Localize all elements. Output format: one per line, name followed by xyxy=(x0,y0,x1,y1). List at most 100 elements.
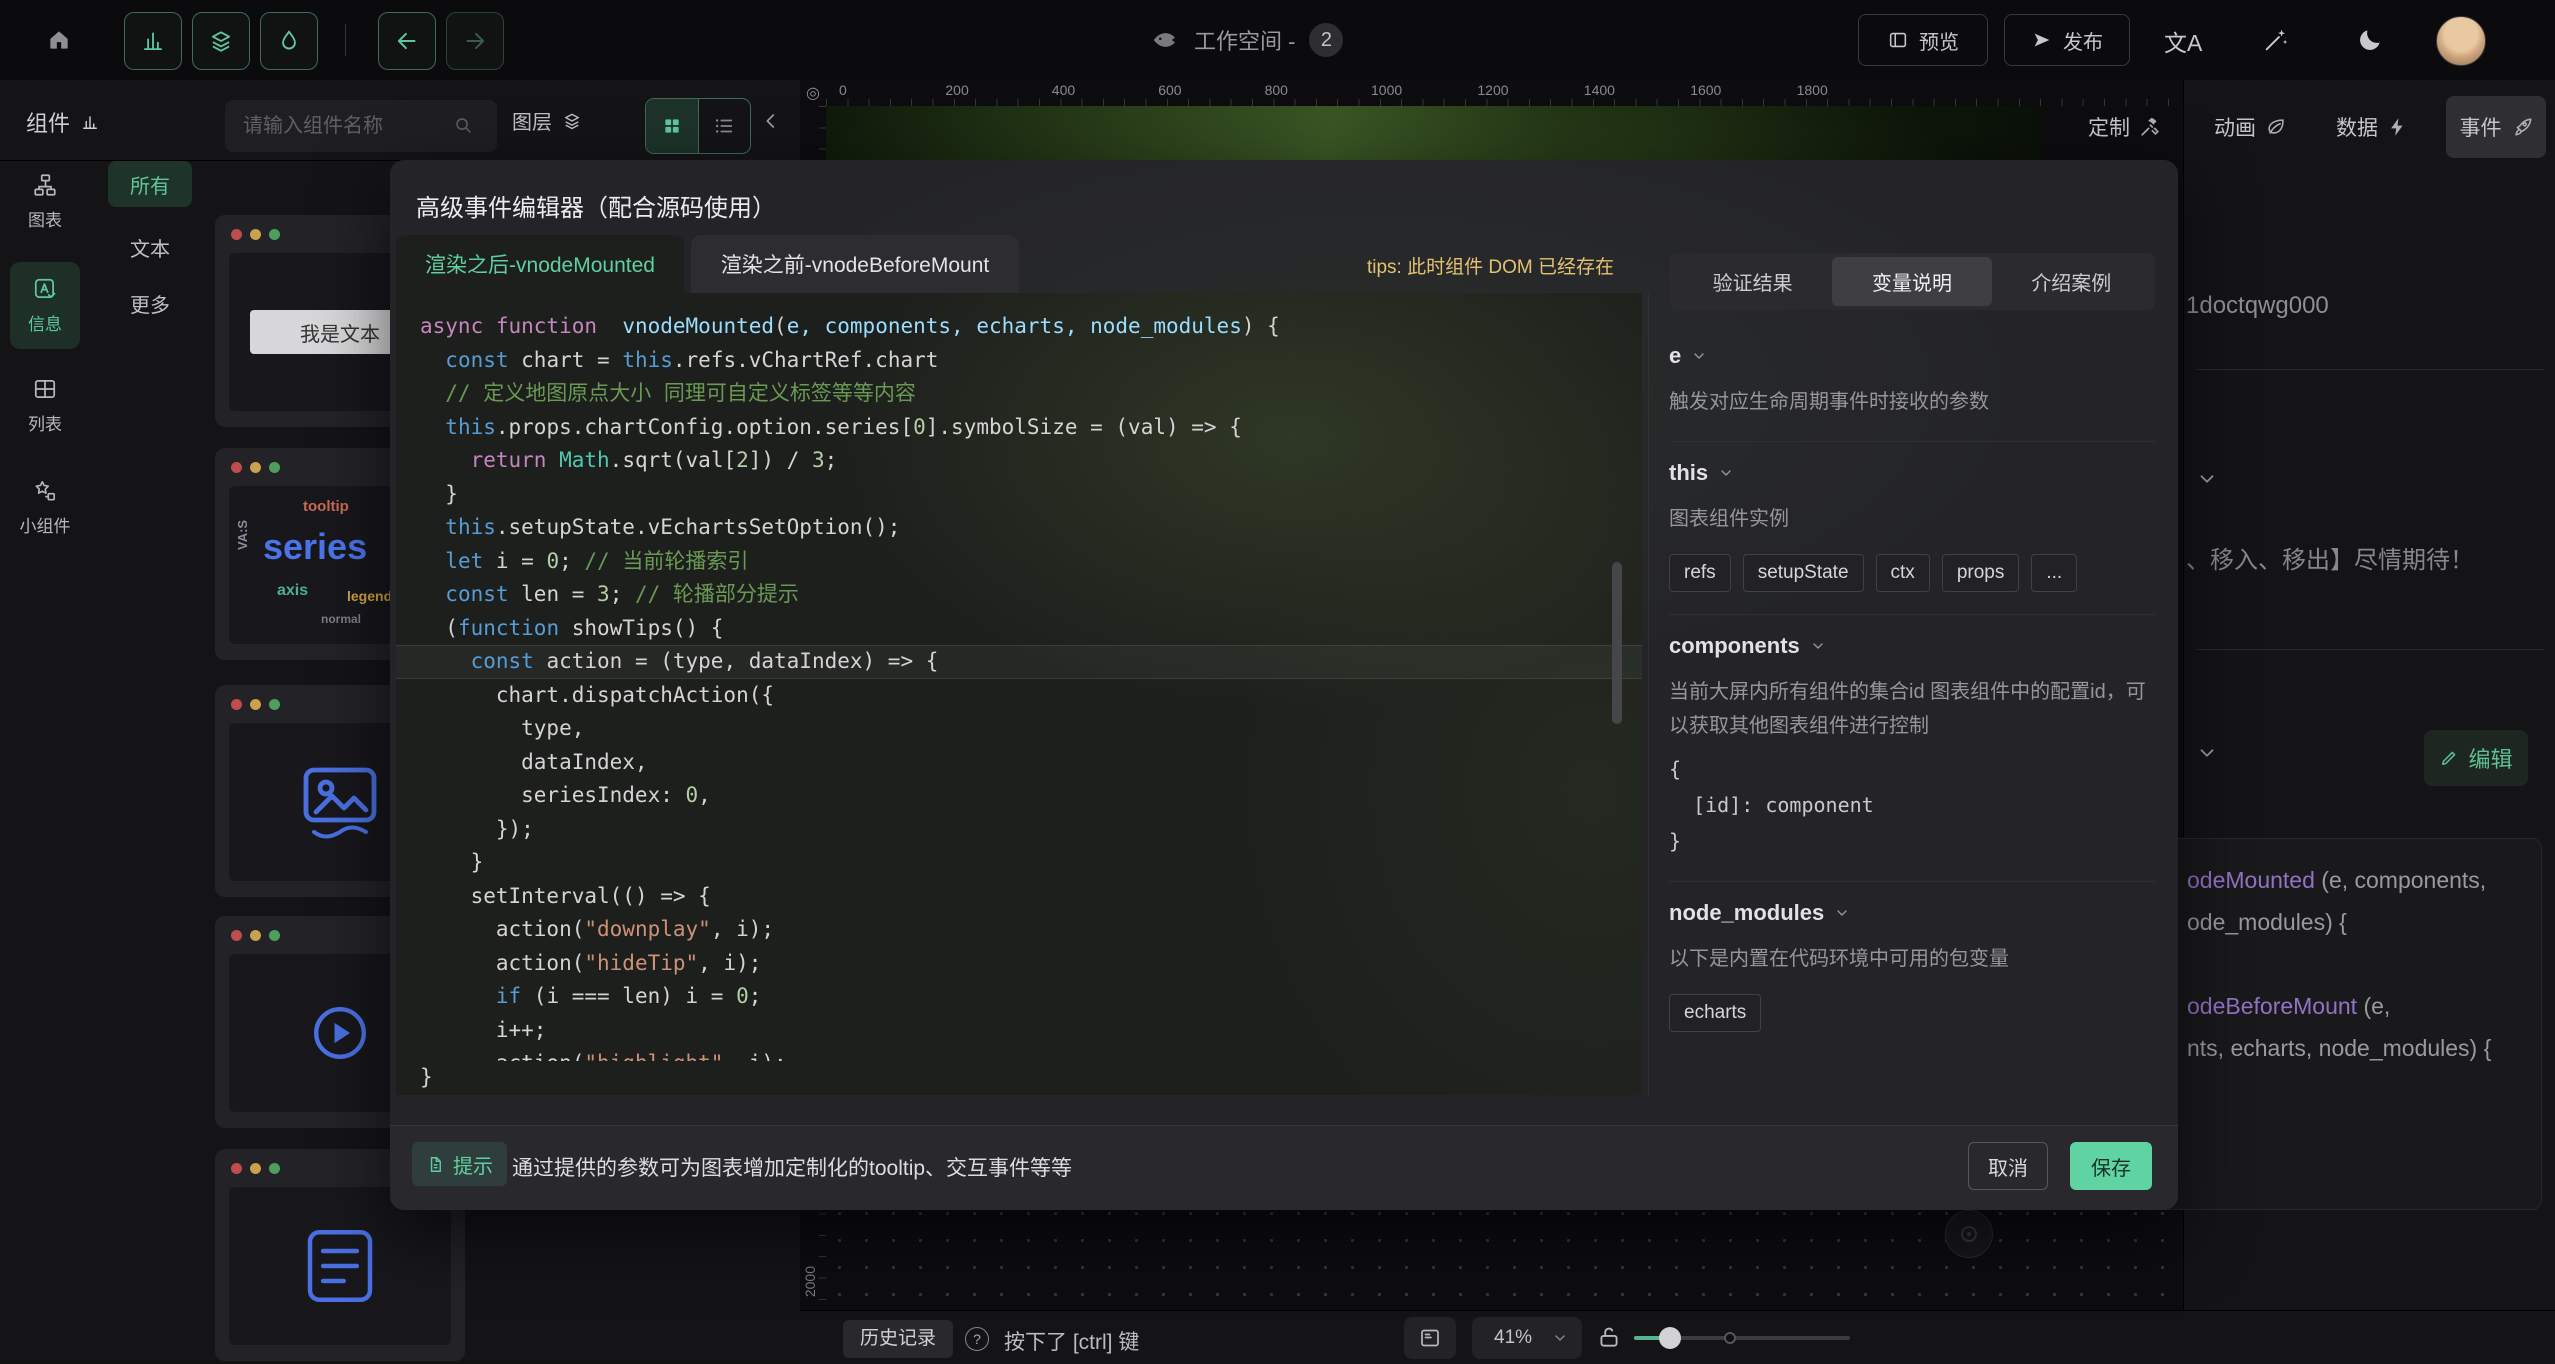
var-section-title[interactable]: e xyxy=(1669,343,2155,369)
code-line[interactable]: action("downplay", i); xyxy=(396,913,1642,947)
events-notice: 、移入、移出】尽情期待！ xyxy=(2186,540,2474,575)
code-line[interactable]: const len = 3; // 轮播部分提示 xyxy=(396,578,1642,612)
tab-data[interactable]: 数据 xyxy=(2326,96,2419,158)
tab-validation-result[interactable]: 验证结果 xyxy=(1673,257,1832,306)
variable-tag[interactable]: ... xyxy=(2031,554,2077,592)
panel-layout-button[interactable] xyxy=(1404,1317,1456,1359)
code-line[interactable]: action("highlight", i); xyxy=(396,1047,1642,1061)
category-more[interactable]: 更多 xyxy=(108,280,192,326)
collapse-panel-icon[interactable] xyxy=(760,110,782,132)
code-line[interactable]: }); xyxy=(396,813,1642,847)
help-icon[interactable]: ? xyxy=(965,1327,989,1351)
tab-animation[interactable]: 动画 xyxy=(2204,96,2297,158)
code-line[interactable]: if (i === len) i = 0; xyxy=(396,980,1642,1014)
variable-tag[interactable]: props xyxy=(1942,554,2020,592)
toolbar-divider xyxy=(345,24,346,56)
code-line[interactable]: chart.dispatchAction({ xyxy=(396,679,1642,713)
variable-tag[interactable]: echarts xyxy=(1669,994,1761,1032)
ruler-origin-icon[interactable]: ◎ xyxy=(800,80,826,106)
variable-tag[interactable]: ctx xyxy=(1876,554,1930,592)
editor-scrollbar[interactable] xyxy=(1612,562,1622,724)
tab-vnode-before-mount[interactable]: 渲染之前-vnodeBeforeMount xyxy=(691,235,1019,293)
code-line[interactable]: this.setupState.vEchartsSetOption(); xyxy=(396,511,1642,545)
layers-label: 图层 xyxy=(512,106,552,135)
code-line[interactable]: async function vnodeMounted(e, component… xyxy=(396,310,1642,344)
category-text[interactable]: 文本 xyxy=(108,224,192,270)
tab-events[interactable]: 事件 xyxy=(2446,96,2546,158)
code-editor[interactable]: async function vnodeMounted(e, component… xyxy=(396,293,1642,1095)
layers-toggle[interactable]: 图层 xyxy=(512,106,582,135)
pencil-icon xyxy=(2439,748,2459,768)
code-line[interactable]: i++; xyxy=(396,1014,1642,1048)
workspace-title: 工作空间 - 2 xyxy=(1150,0,1343,80)
code-line[interactable]: dataIndex, xyxy=(396,746,1642,780)
document-icon xyxy=(426,1155,445,1174)
layers-tool-button[interactable] xyxy=(192,12,250,70)
code-line[interactable]: return Math.sqrt(val[2]) / 3; xyxy=(396,444,1642,478)
variable-tag[interactable]: setupState xyxy=(1743,554,1864,592)
zoom-dropdown[interactable]: 41% xyxy=(1472,1317,1582,1359)
tab-customize[interactable]: 定制 xyxy=(2078,96,2171,158)
cancel-button[interactable]: 取消 xyxy=(1968,1142,2048,1190)
tip-badge: 提示 xyxy=(412,1142,507,1186)
publish-button[interactable]: 发布 xyxy=(2004,14,2130,66)
undo-button[interactable] xyxy=(378,12,436,70)
variable-tag[interactable]: refs xyxy=(1669,554,1731,592)
grid-view-button[interactable] xyxy=(646,99,698,153)
canvas-float-button[interactable] xyxy=(1945,1210,1993,1258)
wordcloud-word: VA:S xyxy=(235,520,250,550)
tab-examples[interactable]: 介绍案例 xyxy=(1992,257,2151,306)
chart-tool-button[interactable] xyxy=(124,12,182,70)
chart-nodes-icon xyxy=(32,172,58,198)
wordcloud-word: series xyxy=(263,526,367,568)
star-widget-icon xyxy=(32,478,58,504)
category-all[interactable]: 所有 xyxy=(108,161,192,207)
code-line[interactable]: let i = 0; // 当前轮播索引 xyxy=(396,545,1642,579)
list-view-button[interactable] xyxy=(698,99,751,153)
sidebar-item-list[interactable]: 列表 xyxy=(0,376,90,435)
var-section-title[interactable]: this xyxy=(1669,460,2155,486)
chevron-down-icon[interactable] xyxy=(2196,468,2218,490)
layers-icon xyxy=(208,28,234,54)
dark-mode-moon-icon[interactable] xyxy=(2356,26,2384,54)
code-line[interactable]: seriesIndex: 0, xyxy=(396,779,1642,813)
code-line[interactable]: const action = (type, dataIndex) => { xyxy=(396,645,1642,679)
theme-tool-button[interactable] xyxy=(260,12,318,70)
user-avatar[interactable] xyxy=(2436,16,2486,66)
sidebar-item-charts[interactable]: 图表 xyxy=(0,172,90,231)
magic-wand-icon[interactable] xyxy=(2262,26,2290,54)
code-line[interactable]: this.props.chartConfig.option.series[0].… xyxy=(396,411,1642,445)
chevron-down-icon[interactable] xyxy=(2196,742,2218,764)
zoom-slider-thumb[interactable] xyxy=(1659,1327,1681,1349)
redo-button[interactable] xyxy=(446,12,504,70)
code-line[interactable]: } xyxy=(396,846,1642,880)
rocket-icon xyxy=(2511,116,2533,138)
ruler-label: 600 xyxy=(1158,82,1181,98)
sidebar-item-info[interactable]: 信息 xyxy=(10,262,80,349)
code-line[interactable]: } xyxy=(396,478,1642,512)
home-icon[interactable] xyxy=(46,27,72,53)
code-line[interactable]: setInterval(() => { xyxy=(396,880,1642,914)
save-button[interactable]: 保存 xyxy=(2070,1142,2152,1190)
tab-variable-docs[interactable]: 变量说明 xyxy=(1832,257,1991,306)
modal-title: 高级事件编辑器（配合源码使用） xyxy=(416,188,776,223)
edit-code-button[interactable]: 编辑 xyxy=(2424,730,2528,786)
sidebar-item-widgets[interactable]: 小组件 xyxy=(0,478,90,537)
zoom-slider[interactable] xyxy=(1634,1336,1850,1340)
ruler-label: 1400 xyxy=(1584,82,1615,98)
var-section-title[interactable]: node_modules xyxy=(1669,900,2155,926)
history-button[interactable]: 历史记录 xyxy=(843,1320,953,1358)
preview-button[interactable]: 预览 xyxy=(1858,14,1988,66)
sidebar-code-line: odeMounted (e, components, xyxy=(2187,859,2491,901)
code-line[interactable]: action("hideTip", i); xyxy=(396,947,1642,981)
var-section-title[interactable]: components xyxy=(1669,633,2155,659)
language-icon[interactable]: 文A xyxy=(2164,24,2202,58)
code-line[interactable]: const chart = this.refs.vChartRef.chart xyxy=(396,344,1642,378)
code-line[interactable]: type, xyxy=(396,712,1642,746)
tab-vnode-mounted[interactable]: 渲染之后-vnodeMounted xyxy=(396,235,684,293)
code-line[interactable]: // 定义地图原点大小 同理可自定义标签等等内容 xyxy=(396,377,1642,411)
code-line[interactable]: (function showTips() { xyxy=(396,612,1642,646)
unlock-icon[interactable] xyxy=(1596,1324,1622,1350)
var-section-divider xyxy=(1669,614,2155,615)
code-line[interactable]: } xyxy=(396,1061,1642,1095)
